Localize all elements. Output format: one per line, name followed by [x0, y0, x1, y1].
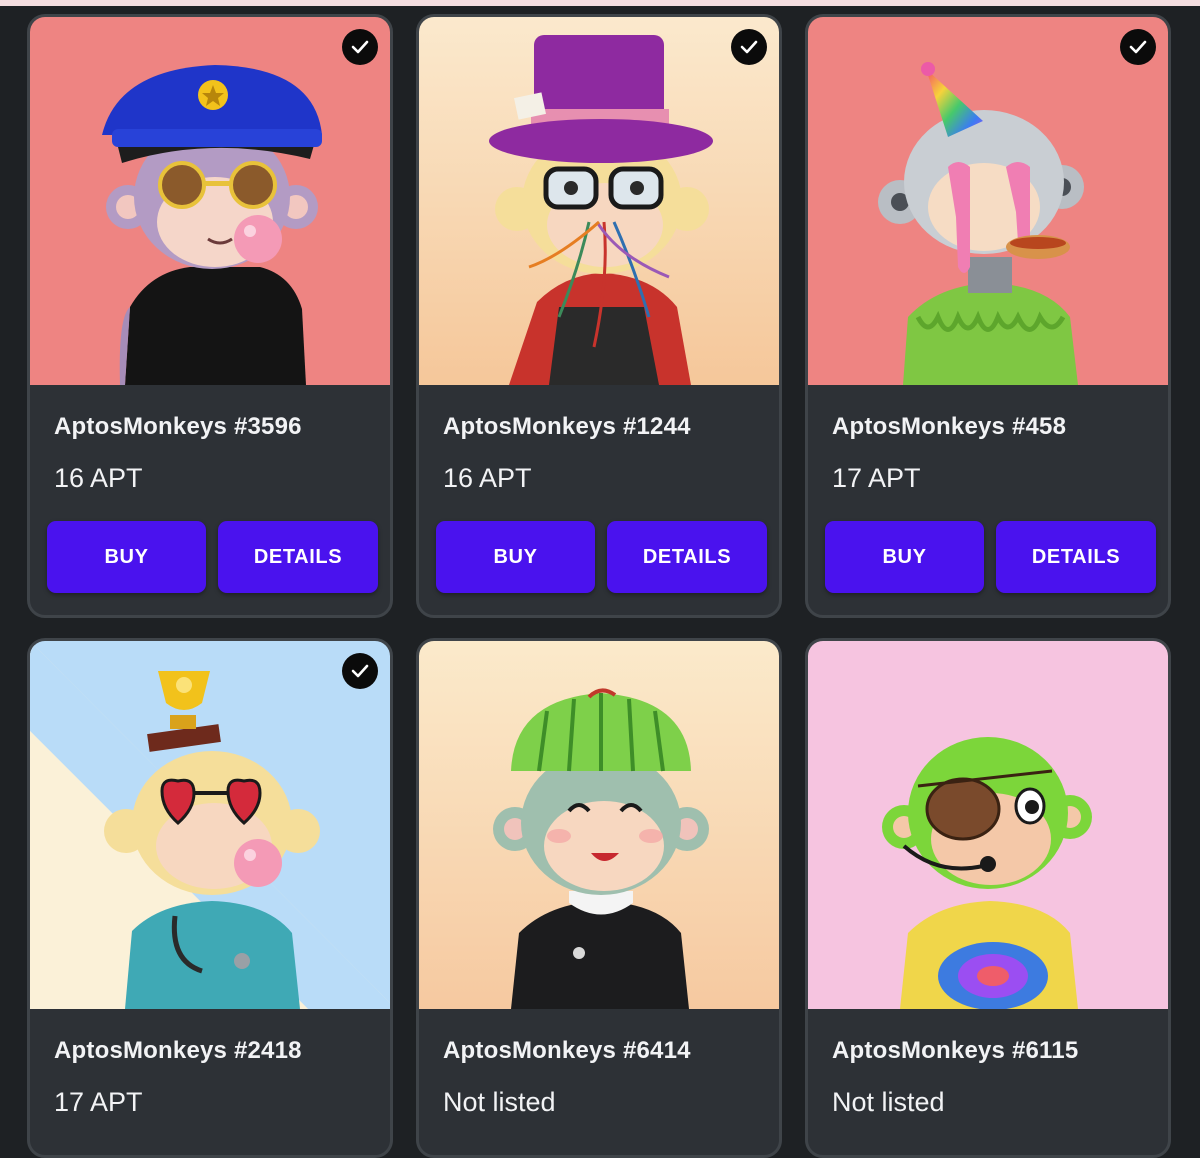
nft-image[interactable]: [808, 641, 1168, 1009]
nft-name: AptosMonkeys #3596: [54, 413, 302, 440]
nft-price: 16 APT: [54, 463, 143, 493]
nft-price: Not listed: [443, 1087, 556, 1117]
buy-button[interactable]: BUY: [436, 521, 595, 593]
nft-name: AptosMonkeys #2418: [54, 1037, 302, 1064]
nft-card[interactable]: AptosMonkeys #6115 Not listed: [805, 638, 1171, 1158]
nft-card[interactable]: AptosMonkeys #2418 17 APT: [27, 638, 393, 1158]
nft-name: AptosMonkeys #1244: [443, 413, 691, 440]
nft-image[interactable]: [419, 641, 779, 1009]
nft-name: AptosMonkeys #458: [832, 413, 1067, 440]
nft-image[interactable]: [808, 17, 1168, 385]
nft-card[interactable]: AptosMonkeys #3596 16 APT BUY DETAILS: [27, 14, 393, 618]
buy-button[interactable]: BUY: [47, 521, 206, 593]
nft-price: 16 APT: [443, 463, 532, 493]
verified-check-icon: [342, 29, 378, 65]
nft-name: AptosMonkeys #6115: [832, 1037, 1079, 1064]
verified-check-icon: [1120, 29, 1156, 65]
details-button[interactable]: DETAILS: [607, 521, 767, 593]
buy-button[interactable]: BUY: [825, 521, 984, 593]
verified-check-icon: [731, 29, 767, 65]
nft-name: AptosMonkeys #6414: [443, 1037, 691, 1064]
details-button[interactable]: DETAILS: [996, 521, 1156, 593]
nft-image[interactable]: [30, 641, 390, 1009]
verified-check-icon: [342, 653, 378, 689]
nft-price: 17 APT: [832, 463, 921, 493]
nft-image[interactable]: [419, 17, 779, 385]
nft-card[interactable]: AptosMonkeys #6414 Not listed: [416, 638, 782, 1158]
nft-card[interactable]: AptosMonkeys #1244 16 APT BUY DETAILS: [416, 14, 782, 618]
nft-price: 17 APT: [54, 1087, 143, 1117]
nft-grid: AptosMonkeys #3596 16 APT BUY DETAILS Ap…: [0, 0, 1200, 1158]
nft-image[interactable]: [30, 17, 390, 385]
details-button[interactable]: DETAILS: [218, 521, 378, 593]
nft-card[interactable]: AptosMonkeys #458 17 APT BUY DETAILS: [805, 14, 1171, 618]
nft-price: Not listed: [832, 1087, 945, 1117]
